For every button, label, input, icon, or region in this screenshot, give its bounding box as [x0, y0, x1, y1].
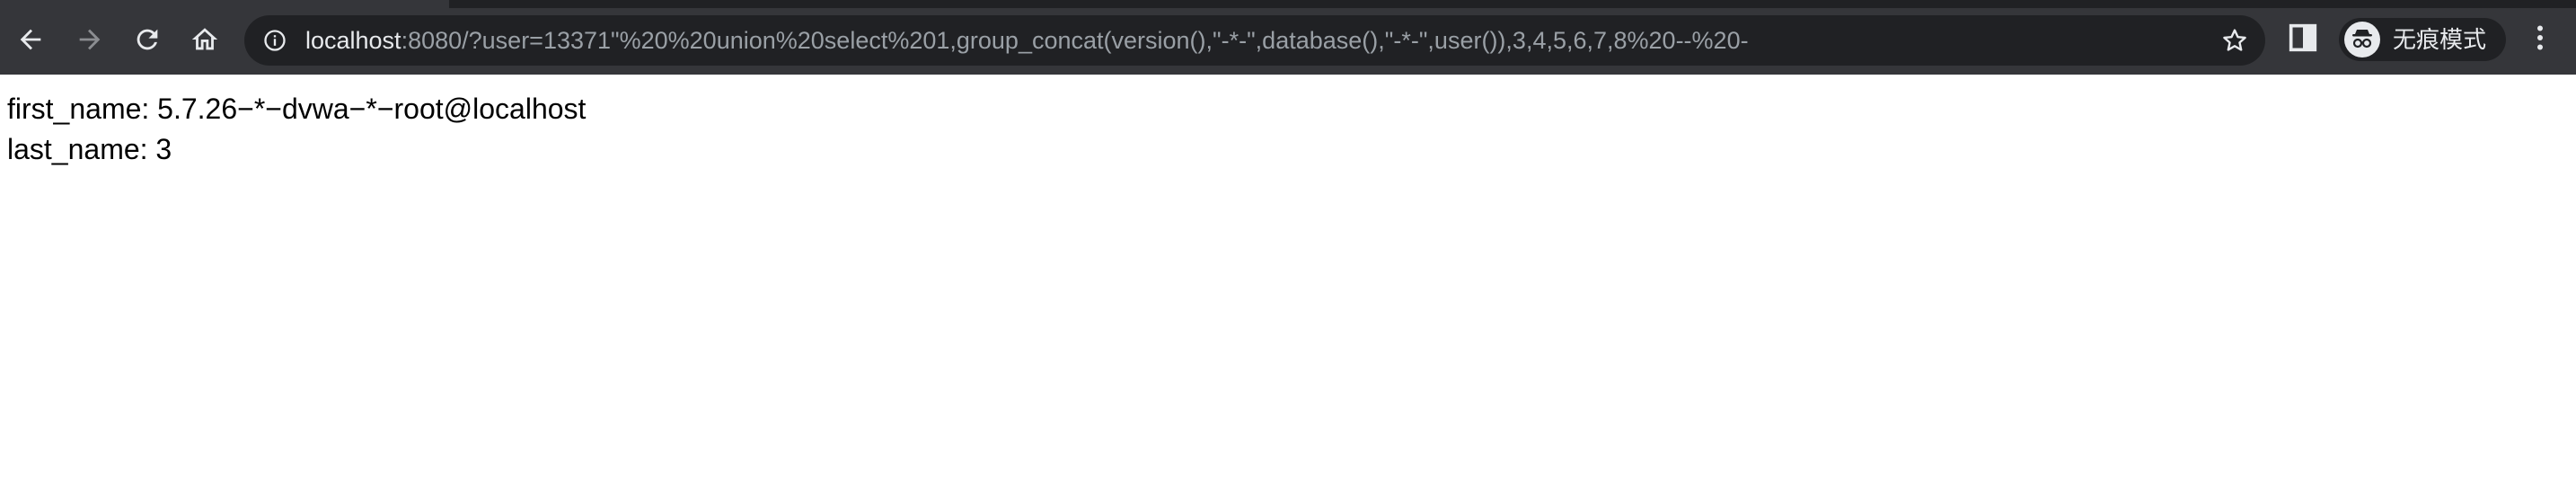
profile-label: 无痕模式 [2393, 26, 2487, 53]
forward-arrow-icon [79, 29, 101, 50]
info-icon[interactable] [262, 28, 287, 53]
back-button[interactable] [9, 18, 52, 61]
reload-button[interactable] [126, 18, 169, 61]
browser-toolbar: localhost:8080/?user=13371"%20%20union%2… [0, 0, 2576, 75]
tab-strip [0, 0, 2576, 8]
forward-button[interactable] [68, 18, 111, 61]
url-path: :8080/?user=13371"%20%20union%20select%2… [401, 27, 1749, 54]
reload-icon [137, 29, 158, 50]
home-button[interactable] [183, 18, 226, 61]
active-tab-edge[interactable] [0, 0, 449, 8]
page-content: first_name: 5.7.26−*−dvwa−*−root@localho… [0, 75, 2576, 496]
star-icon[interactable] [2220, 26, 2249, 55]
home-icon [191, 28, 218, 50]
url-text[interactable]: localhost:8080/?user=13371"%20%20union%2… [305, 15, 1749, 66]
incognito-avatar [2344, 22, 2380, 58]
last-name-line: last_name: 3 [7, 133, 172, 165]
url-host: localhost [305, 27, 401, 54]
address-bar[interactable]: localhost:8080/?user=13371"%20%20union%2… [244, 15, 2265, 66]
side-panel-icon[interactable] [2285, 20, 2321, 56]
kebab-menu-icon[interactable] [2524, 22, 2556, 54]
incognito-profile-button[interactable]: 无痕模式 [2339, 18, 2506, 61]
incognito-icon [2352, 30, 2372, 49]
first-name-line: first_name: 5.7.26−*−dvwa−*−root@localho… [7, 93, 587, 125]
back-arrow-icon [20, 29, 41, 50]
